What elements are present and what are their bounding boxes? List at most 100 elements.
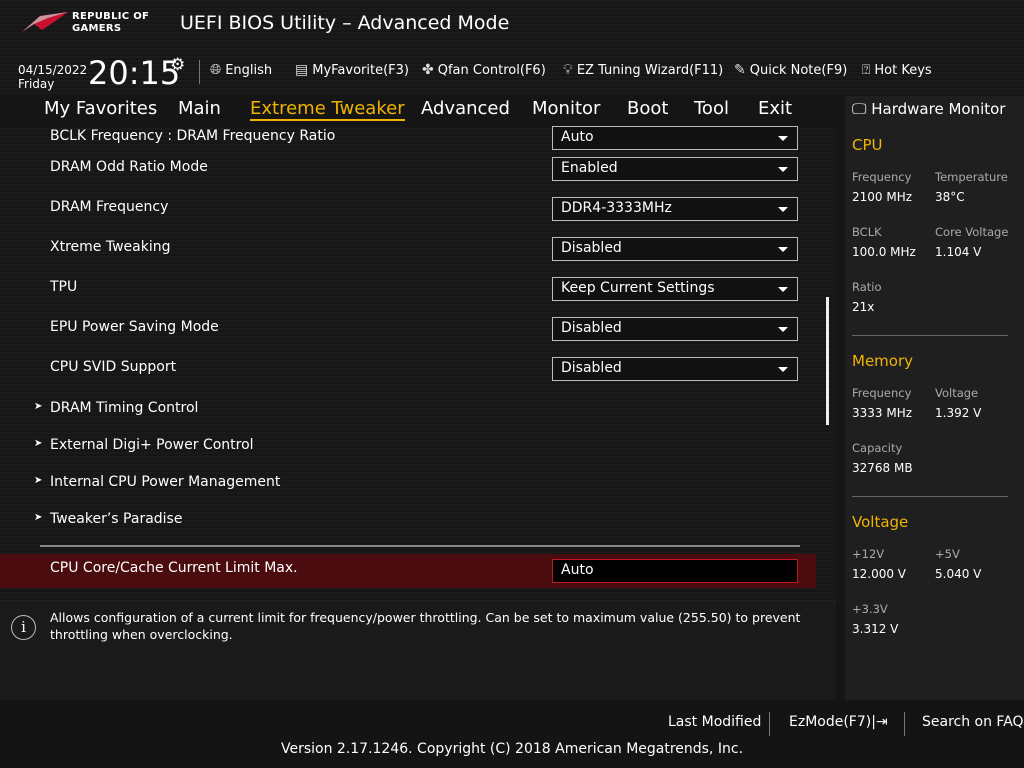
label: Capacity: [852, 441, 903, 455]
setting-row[interactable]: DRAM Odd Ratio Mode Enabled: [0, 151, 816, 191]
tab-boot[interactable]: Boot: [627, 98, 668, 119]
chevron-down-icon: [778, 136, 788, 141]
setting-dropdown[interactable]: Disabled: [552, 237, 798, 261]
chevron-down-icon: [778, 287, 788, 292]
setting-label: Xtreme Tweaking: [50, 239, 171, 255]
qfan-button[interactable]: ✤ Qfan Control(F6): [422, 62, 546, 78]
chevron-right-icon: ➤: [34, 401, 43, 412]
memory-frequency: 3333 MHz: [852, 406, 913, 420]
tab-exit[interactable]: Exit: [758, 98, 792, 119]
fan-icon: ✤: [422, 62, 434, 78]
list-icon: ▤: [295, 62, 309, 78]
help-icon: ⍰: [862, 62, 871, 78]
bulb-icon: 💡︎: [563, 62, 573, 78]
monitor-icon: 🖵︎: [852, 100, 867, 118]
setting-dropdown[interactable]: Auto: [552, 126, 798, 150]
setting-row[interactable]: EPU Power Saving Mode Disabled: [0, 311, 816, 351]
setting-label: CPU Core/Cache Current Limit Max.: [50, 560, 298, 576]
note-icon: ✎: [734, 62, 746, 78]
setting-dropdown[interactable]: Keep Current Settings: [552, 277, 798, 301]
label: Ratio: [852, 280, 882, 294]
label: Voltage: [935, 386, 979, 400]
setting-row[interactable]: Xtreme Tweaking Disabled: [0, 231, 816, 271]
setting-label: EPU Power Saving Mode: [50, 319, 219, 335]
version-text: Version 2.17.1246. Copyright (C) 2018 Am…: [280, 741, 744, 757]
label: Quick Note(F9): [749, 62, 848, 78]
submenu-label: Tweaker’s Paradise: [50, 511, 183, 527]
setting-row[interactable]: TPU Keep Current Settings: [0, 271, 816, 311]
search-faq-button[interactable]: Search on FAQ: [922, 714, 1024, 730]
submenu-label: External Digi+ Power Control: [50, 437, 254, 453]
current-limit-input[interactable]: Auto: [552, 559, 798, 583]
scrollbar[interactable]: [826, 297, 829, 425]
last-modified-button[interactable]: Last Modified: [668, 714, 761, 730]
main-tabs: My Favorites Main Extreme Tweaker Advanc…: [0, 98, 836, 126]
cpu-frequency: 2100 MHz: [852, 190, 913, 204]
tab-main[interactable]: Main: [178, 98, 221, 119]
setting-dropdown[interactable]: Enabled: [552, 157, 798, 181]
label: MyFavorite(F3): [312, 62, 409, 78]
exit-icon: |⇥: [871, 714, 888, 730]
globe-icon: 🌐︎: [210, 62, 222, 78]
setting-label: BCLK Frequency : DRAM Frequency Ratio: [50, 128, 336, 144]
setting-label: DRAM Odd Ratio Mode: [50, 159, 208, 175]
tab-tool[interactable]: Tool: [694, 98, 729, 119]
voltage-section-title: Voltage: [852, 513, 909, 531]
label: Frequency: [852, 386, 912, 400]
chevron-down-icon: [778, 167, 788, 172]
voltage-5v: 5.040 V: [935, 567, 982, 581]
setting-row[interactable]: BCLK Frequency : DRAM Frequency Ratio Aut…: [0, 126, 816, 152]
submenu-internal-cpu-power[interactable]: ➤ Internal CPU Power Management: [0, 466, 816, 506]
submenu-label: DRAM Timing Control: [50, 400, 199, 416]
footer: [0, 700, 1024, 768]
setting-dropdown[interactable]: DDR4-3333MHz: [552, 197, 798, 221]
chevron-right-icon: ➤: [34, 512, 43, 523]
cpu-ratio: 21x: [852, 300, 875, 314]
cpu-bclk: 100.0 MHz: [852, 245, 916, 259]
chevron-down-icon: [778, 327, 788, 332]
chevron-down-icon: [778, 367, 788, 372]
tab-my-favorites[interactable]: My Favorites: [44, 98, 157, 119]
submenu-external-digi[interactable]: ➤ External Digi+ Power Control: [0, 429, 816, 469]
cpu-section-title: CPU: [852, 136, 883, 154]
submenu-label: Internal CPU Power Management: [50, 474, 281, 490]
divider: [40, 545, 800, 547]
rog-logo-text: REPUBLIC OF GAMERS: [72, 11, 150, 34]
label: EzMode(F7): [789, 714, 872, 730]
setting-dropdown[interactable]: Disabled: [552, 357, 798, 381]
quick-note-button[interactable]: ✎ Quick Note(F9): [734, 62, 847, 78]
label: Core Voltage: [935, 225, 1009, 239]
memory-capacity: 32768 MB: [852, 461, 913, 475]
label: +12V: [852, 547, 885, 561]
myfavorite-button[interactable]: ▤ MyFavorite(F3): [295, 62, 409, 78]
help-text: Allows configuration of a current limit …: [50, 610, 801, 642]
label: Frequency: [852, 170, 912, 184]
tab-extreme-tweaker[interactable]: Extreme Tweaker: [250, 98, 405, 121]
tab-advanced[interactable]: Advanced: [421, 98, 510, 119]
chevron-down-icon: [778, 207, 788, 212]
language-button[interactable]: 🌐︎ English: [210, 62, 272, 78]
setting-row[interactable]: DRAM Frequency DDR4-3333MHz: [0, 191, 816, 231]
chevron-down-icon: [778, 247, 788, 252]
hot-keys-button[interactable]: ⍰ Hot Keys: [862, 62, 932, 78]
setting-dropdown[interactable]: Disabled: [552, 317, 798, 341]
label: +3.3V: [852, 602, 888, 616]
submenu-dram-timing[interactable]: ➤ DRAM Timing Control: [0, 392, 816, 432]
submenu-tweakers-paradise[interactable]: ➤ Tweaker’s Paradise: [0, 503, 816, 543]
clock: 20:15: [88, 54, 181, 92]
setting-row[interactable]: CPU SVID Support Disabled: [0, 351, 816, 391]
info-icon: i: [11, 615, 36, 640]
app-title: UEFI BIOS Utility – Advanced Mode: [180, 12, 510, 34]
chevron-right-icon: ➤: [34, 475, 43, 486]
ez-tuning-button[interactable]: 💡︎ EZ Tuning Wizard(F11): [563, 62, 723, 78]
setting-label: TPU: [50, 279, 78, 295]
divider: [904, 712, 905, 736]
label: Qfan Control(F6): [437, 62, 546, 78]
setting-label: DRAM Frequency: [50, 199, 169, 215]
selected-setting-row[interactable]: CPU Core/Cache Current Limit Max. Auto: [0, 554, 816, 588]
ezmode-button[interactable]: EzMode(F7)|⇥: [789, 714, 888, 730]
divider: [769, 712, 770, 736]
tab-monitor[interactable]: Monitor: [532, 98, 600, 119]
gear-icon[interactable]: ⚙: [170, 55, 185, 75]
label: BCLK: [852, 225, 882, 239]
